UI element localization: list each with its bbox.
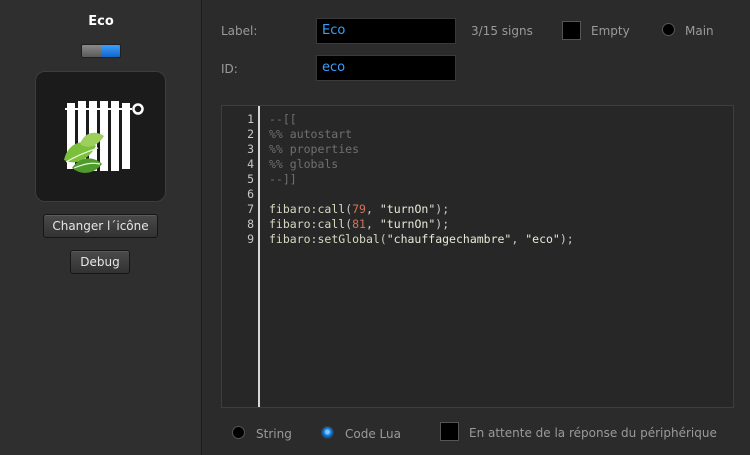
code-line: fibaro:setGlobal("chauffagechambre", "ec… — [269, 232, 574, 246]
line-number: 8 — [247, 217, 254, 231]
line-number-gutter: 1 2 3 4 5 6 7 8 9 — [222, 106, 260, 407]
empty-checkbox[interactable] — [562, 21, 581, 40]
code-editor[interactable]: 1 2 3 4 5 6 7 8 9 --[[ %% autostart %% p… — [221, 105, 734, 408]
waiting-response-checkbox[interactable] — [440, 422, 459, 441]
id-input[interactable]: eco — [316, 55, 456, 81]
string-label: String — [256, 427, 292, 441]
waiting-response-label: En attente de la réponse du périphérique — [469, 426, 717, 440]
line-number: 3 — [247, 142, 254, 156]
label-caption: Label: — [221, 24, 258, 38]
id-caption: ID: — [221, 62, 238, 76]
code-line: fibaro:call(81, "turnOn"); — [269, 217, 450, 231]
toggle-off-segment — [82, 45, 101, 57]
toggle-on-segment — [101, 45, 120, 57]
sidebar: Eco Changer l´icône Debug — [0, 0, 202, 455]
signs-counter: 3/15 signs — [471, 24, 533, 38]
line-number: 2 — [247, 127, 254, 141]
line-number: 1 — [247, 112, 254, 126]
line-number: 6 — [247, 187, 254, 201]
empty-label: Empty — [591, 24, 630, 38]
debug-button[interactable]: Debug — [70, 250, 130, 274]
scene-title: Eco — [88, 14, 114, 29]
code-line: %% globals — [269, 157, 339, 171]
label-input[interactable]: Eco — [316, 18, 456, 44]
code-line: %% autostart — [269, 127, 353, 141]
line-number: 9 — [247, 232, 254, 246]
code-line: fibaro:call(79, "turnOn"); — [269, 202, 450, 216]
line-number: 5 — [247, 172, 254, 186]
line-number: 7 — [247, 202, 254, 216]
main-label: Main — [685, 24, 714, 38]
scene-toggle-switch[interactable] — [81, 44, 121, 58]
scene-editor-panel: Label: Eco 3/15 signs Empty Main ID: eco… — [203, 0, 750, 455]
change-icon-button[interactable]: Changer l´icône — [43, 214, 158, 238]
code-line: %% properties — [269, 142, 360, 156]
string-radio[interactable] — [232, 426, 245, 439]
code-line: --[[ — [269, 112, 297, 126]
main-radio[interactable] — [662, 23, 675, 36]
code-lua-label: Code Lua — [345, 427, 401, 441]
code-lua-radio[interactable] — [321, 426, 334, 439]
radiator-eco-leaves-icon — [35, 71, 166, 202]
line-number: 4 — [247, 157, 254, 171]
code-line: --]] — [269, 172, 297, 186]
